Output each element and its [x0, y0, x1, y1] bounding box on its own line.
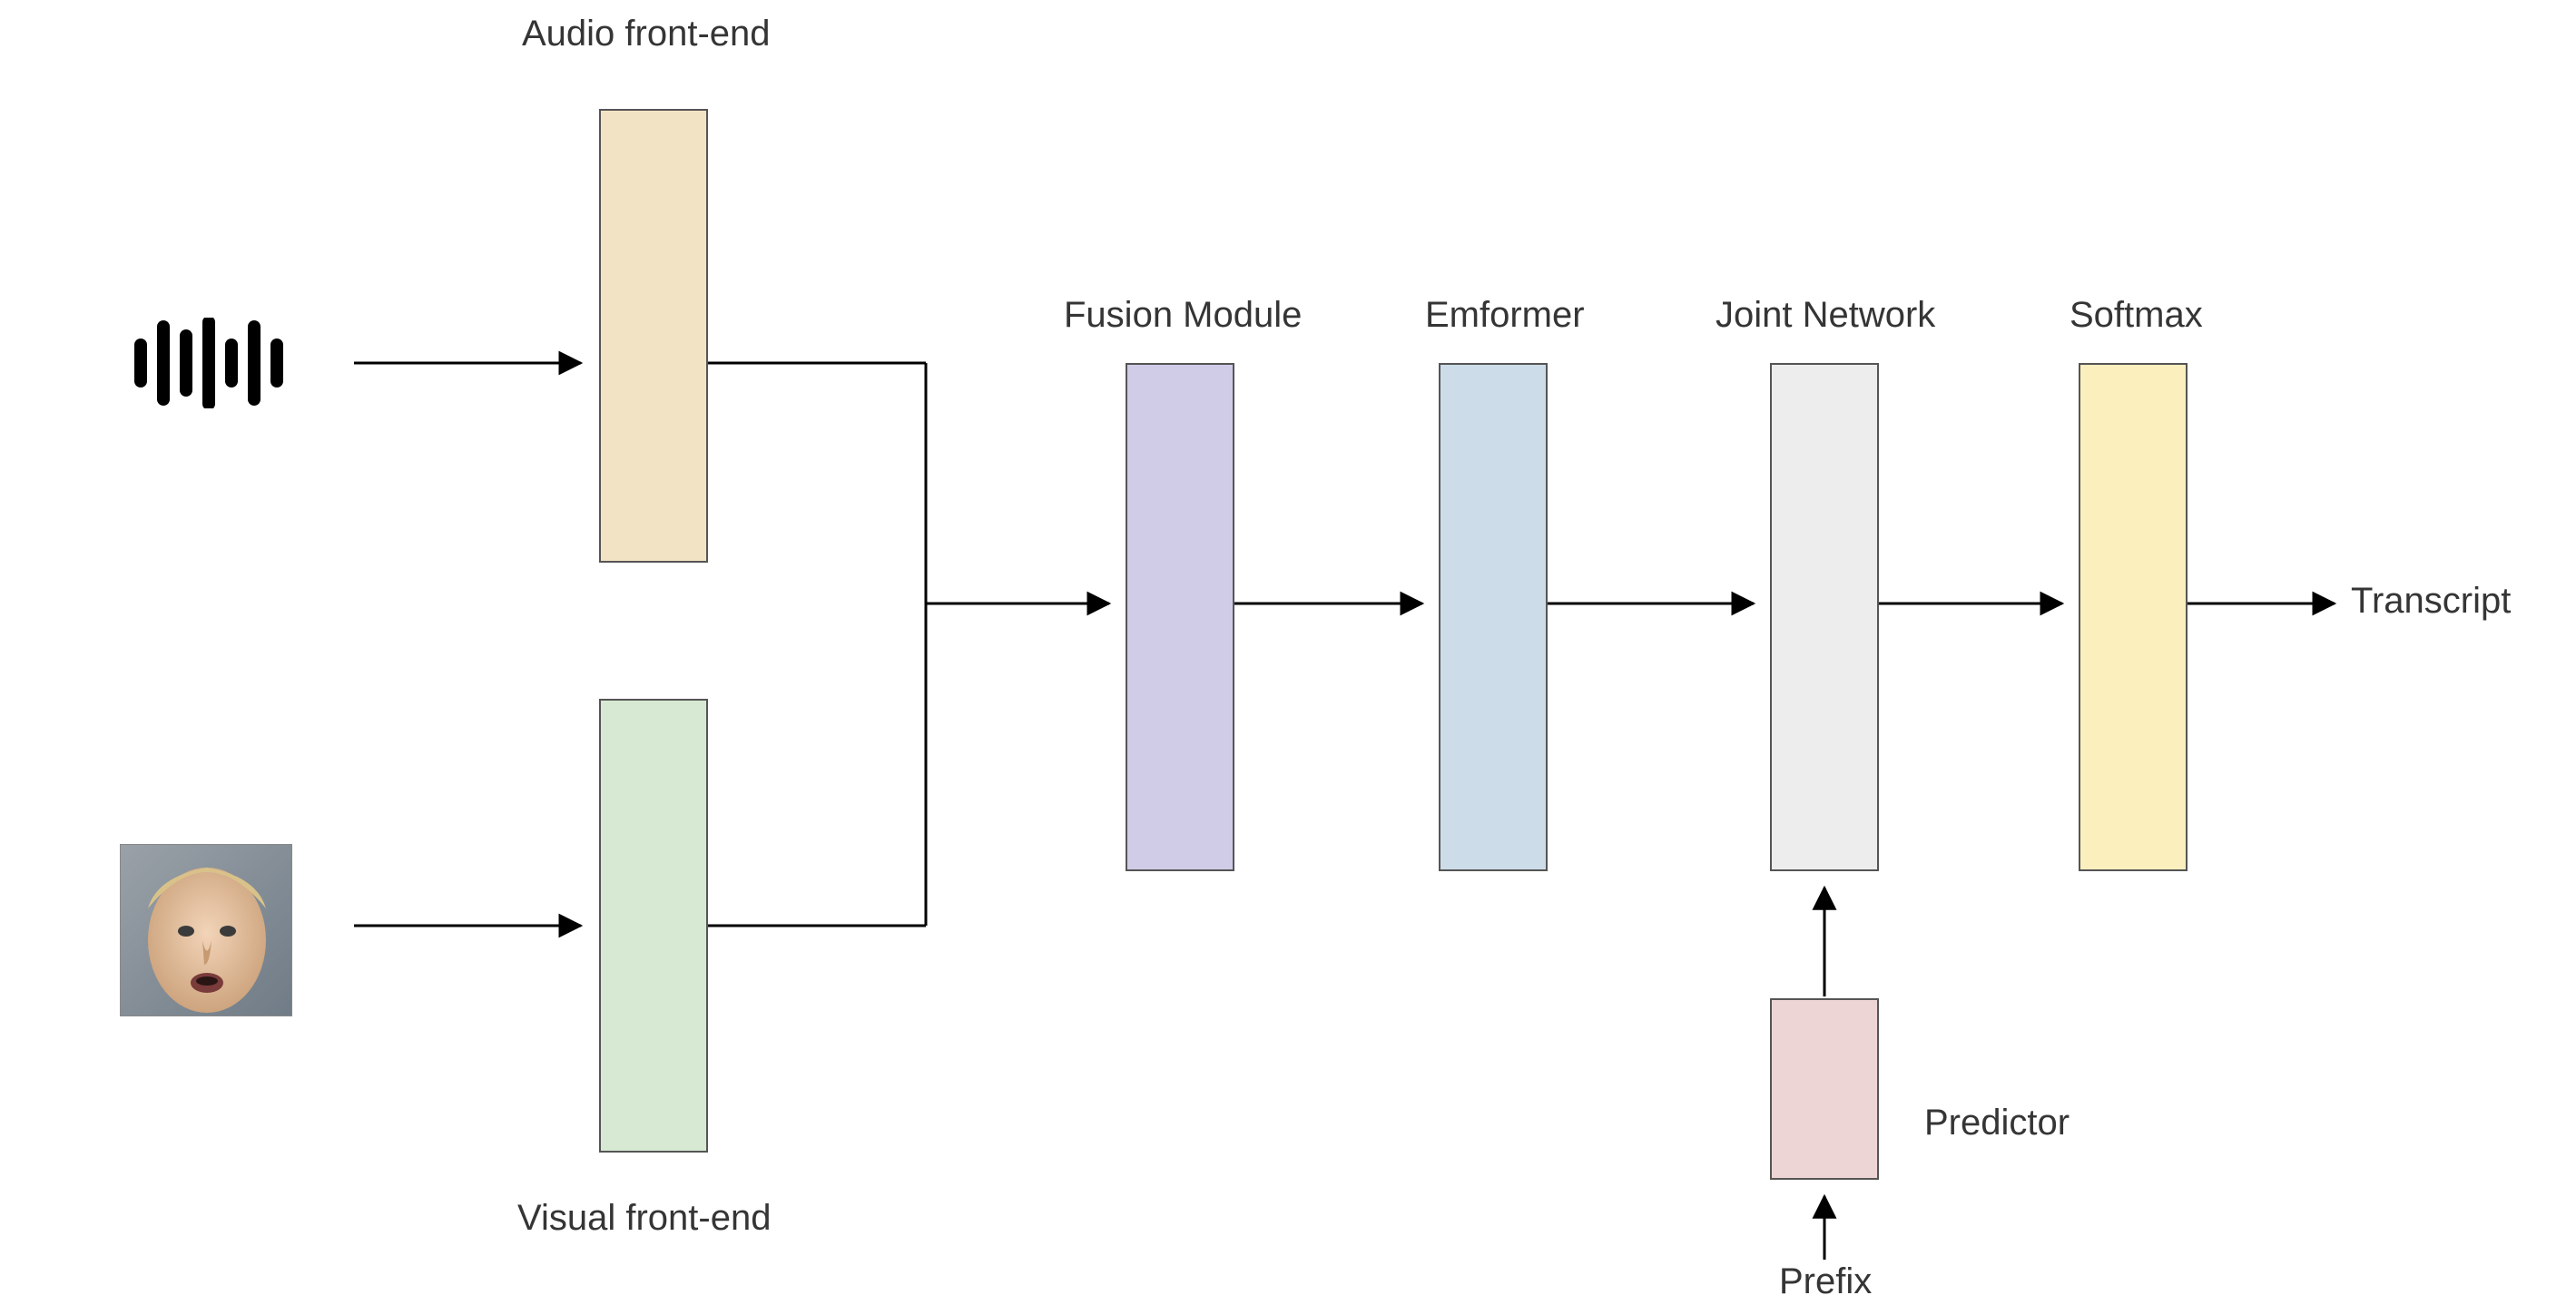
flow-arrows [0, 0, 2576, 1305]
diagram-canvas: Audio front-end Visual front-end Fusion … [0, 0, 2576, 1305]
